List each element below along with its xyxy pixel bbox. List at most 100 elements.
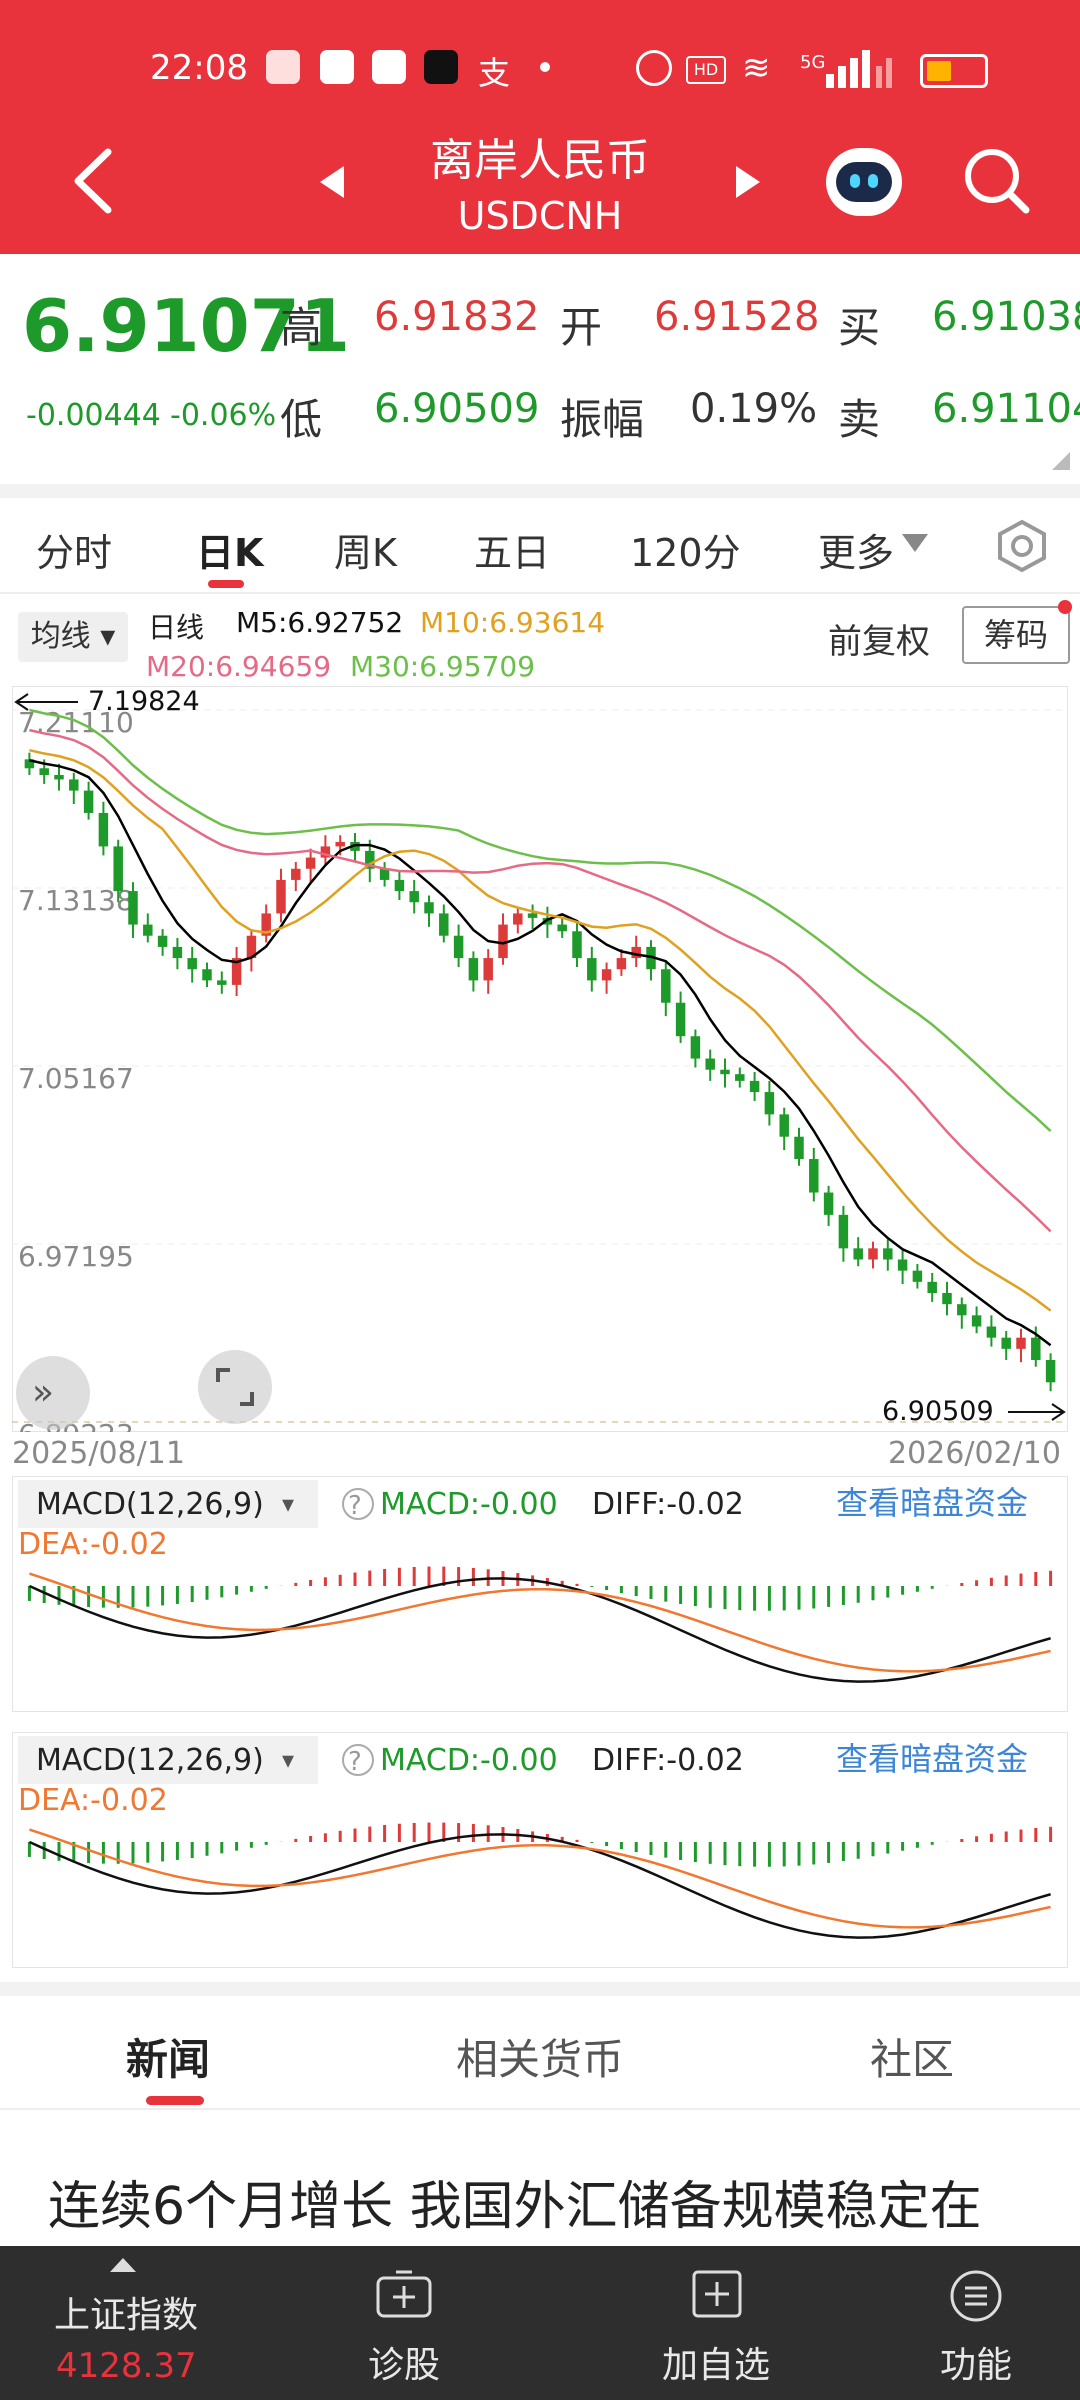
candle (513, 913, 523, 925)
dark-pool-link: 查看暗盘资金 (836, 1740, 1028, 1778)
candle (468, 958, 479, 981)
index-name[interactable]: 上证指数 (46, 2286, 206, 2338)
app-icon-2 (320, 50, 354, 84)
tab-indicator (208, 580, 244, 588)
tab-community[interactable]: 社区 (870, 2026, 954, 2087)
tab-daily-k[interactable]: 日K (196, 522, 263, 577)
candle (83, 790, 94, 813)
candle (779, 1114, 789, 1137)
notification-dot (1058, 600, 1072, 614)
candle (823, 1192, 834, 1215)
alarm-icon (636, 50, 672, 86)
chevron-down-icon: ▾ (282, 1746, 294, 1774)
tab-news[interactable]: 新闻 (126, 2026, 210, 2087)
hd-icon: HD (686, 56, 726, 84)
add-watchlist-label[interactable]: 加自选 (646, 2336, 786, 2388)
candle (128, 891, 138, 925)
menu-icon[interactable] (948, 2268, 1004, 2324)
open-value: 6.91528 (654, 294, 820, 340)
macd-value: MACD:-0.00 (380, 1487, 558, 1522)
candle (424, 902, 434, 914)
candle (335, 841, 345, 847)
chevron-down-icon: ▾ (282, 1490, 294, 1518)
buy-label: 买 (838, 303, 881, 352)
candle (157, 935, 168, 947)
news-tab-indicator (146, 2096, 204, 2105)
candle (616, 958, 627, 970)
sell-label: 卖 (838, 395, 881, 444)
search-icon[interactable] (962, 146, 1032, 216)
ma5-line (29, 759, 1052, 1347)
candle (927, 1281, 937, 1294)
candle (587, 958, 597, 981)
dot-icon (540, 62, 550, 72)
fullscreen-button[interactable] (198, 1350, 272, 1424)
candle (113, 846, 123, 892)
candle (453, 935, 464, 959)
buy-value: 6.91038 (932, 294, 1080, 340)
tab-intraday[interactable]: 分时 (36, 522, 112, 577)
candle (1045, 1359, 1056, 1383)
candle (971, 1315, 982, 1327)
diagnose-label[interactable]: 诊股 (344, 2336, 464, 2388)
candle (1001, 1337, 1011, 1349)
price-change-pct: -0.06% (170, 398, 277, 433)
settings-icon[interactable] (994, 518, 1050, 574)
ma30-value: M30:6.95709 (350, 650, 536, 683)
chevron-down-icon[interactable] (900, 532, 930, 554)
candle (868, 1248, 878, 1260)
candle (305, 857, 316, 869)
candle (1016, 1337, 1026, 1349)
macd-panel-2[interactable]: MACD(12,26,9) ▾? MACD:-0.00 DIFF:-0.02 查看暗盘资… (12, 1732, 1068, 1968)
candle (749, 1080, 760, 1093)
candle (187, 958, 197, 970)
status-time: 22:08 (150, 48, 248, 88)
candle (631, 946, 641, 959)
next-arrow-icon[interactable] (734, 164, 762, 200)
add-watchlist-icon[interactable] (690, 2268, 744, 2320)
ma30-line (29, 708, 1052, 1132)
start-date: 2025/08/11 (12, 1436, 185, 1471)
tab-weekly-k[interactable]: 周K (334, 522, 397, 577)
candle (601, 969, 612, 981)
candle (54, 774, 64, 780)
divider (0, 1982, 1080, 1996)
tab-five-day[interactable]: 五日 (474, 522, 550, 577)
candle (853, 1248, 863, 1260)
alipay-icon: 支 (478, 54, 511, 92)
function-label[interactable]: 功能 (916, 2336, 1036, 2388)
low-value: 6.90509 (374, 386, 540, 432)
tab-more[interactable]: 更多 (818, 522, 894, 577)
macd-panel-1[interactable]: MACD(12,26,9) ▾? MACD:-0.00 DIFF:-0.02 查看暗盘资… (12, 1476, 1068, 1712)
expand-corner-icon[interactable] (1052, 452, 1070, 470)
index-value: 4128.37 (56, 2346, 197, 2386)
tab-related-currency[interactable]: 相关货币 (456, 2026, 624, 2087)
ma20-line (29, 728, 1052, 1233)
adjust-label[interactable]: 前复权 (828, 614, 930, 663)
macd-label: MACD(12,26,9) (36, 1487, 264, 1522)
collapse-button[interactable]: » (16, 1356, 90, 1430)
news-headline[interactable]: 连续6个月增长 我国外汇储备规模稳定在 (48, 2164, 982, 2239)
robot-assistant-icon[interactable] (826, 148, 902, 216)
tab-120min[interactable]: 120分 (630, 522, 741, 577)
app-icon-3 (372, 50, 406, 84)
candle (809, 1159, 819, 1193)
sell-value: 6.91104 (932, 386, 1080, 432)
divider (0, 2108, 1080, 2110)
ma-selector-button[interactable]: 均线 ▾ (18, 612, 128, 662)
y-tick-label: 7.05167 (18, 1062, 134, 1095)
candle (957, 1304, 967, 1316)
candle (735, 1074, 745, 1081)
candle (69, 779, 79, 791)
candle (572, 931, 582, 959)
end-date: 2026/02/10 (888, 1436, 1061, 1471)
open-label: 开 (560, 303, 603, 352)
chevron-up-icon[interactable] (108, 2256, 138, 2274)
wifi-icon: ≋ (742, 48, 771, 88)
candlestick-chart[interactable]: 7.211107.131387.051676.971956.892237.198… (12, 686, 1068, 1432)
diagnose-icon[interactable] (374, 2268, 434, 2320)
chip-button[interactable]: 筹码 (962, 606, 1070, 664)
candle (1031, 1337, 1041, 1360)
candle (720, 1069, 730, 1075)
candle (897, 1259, 908, 1271)
